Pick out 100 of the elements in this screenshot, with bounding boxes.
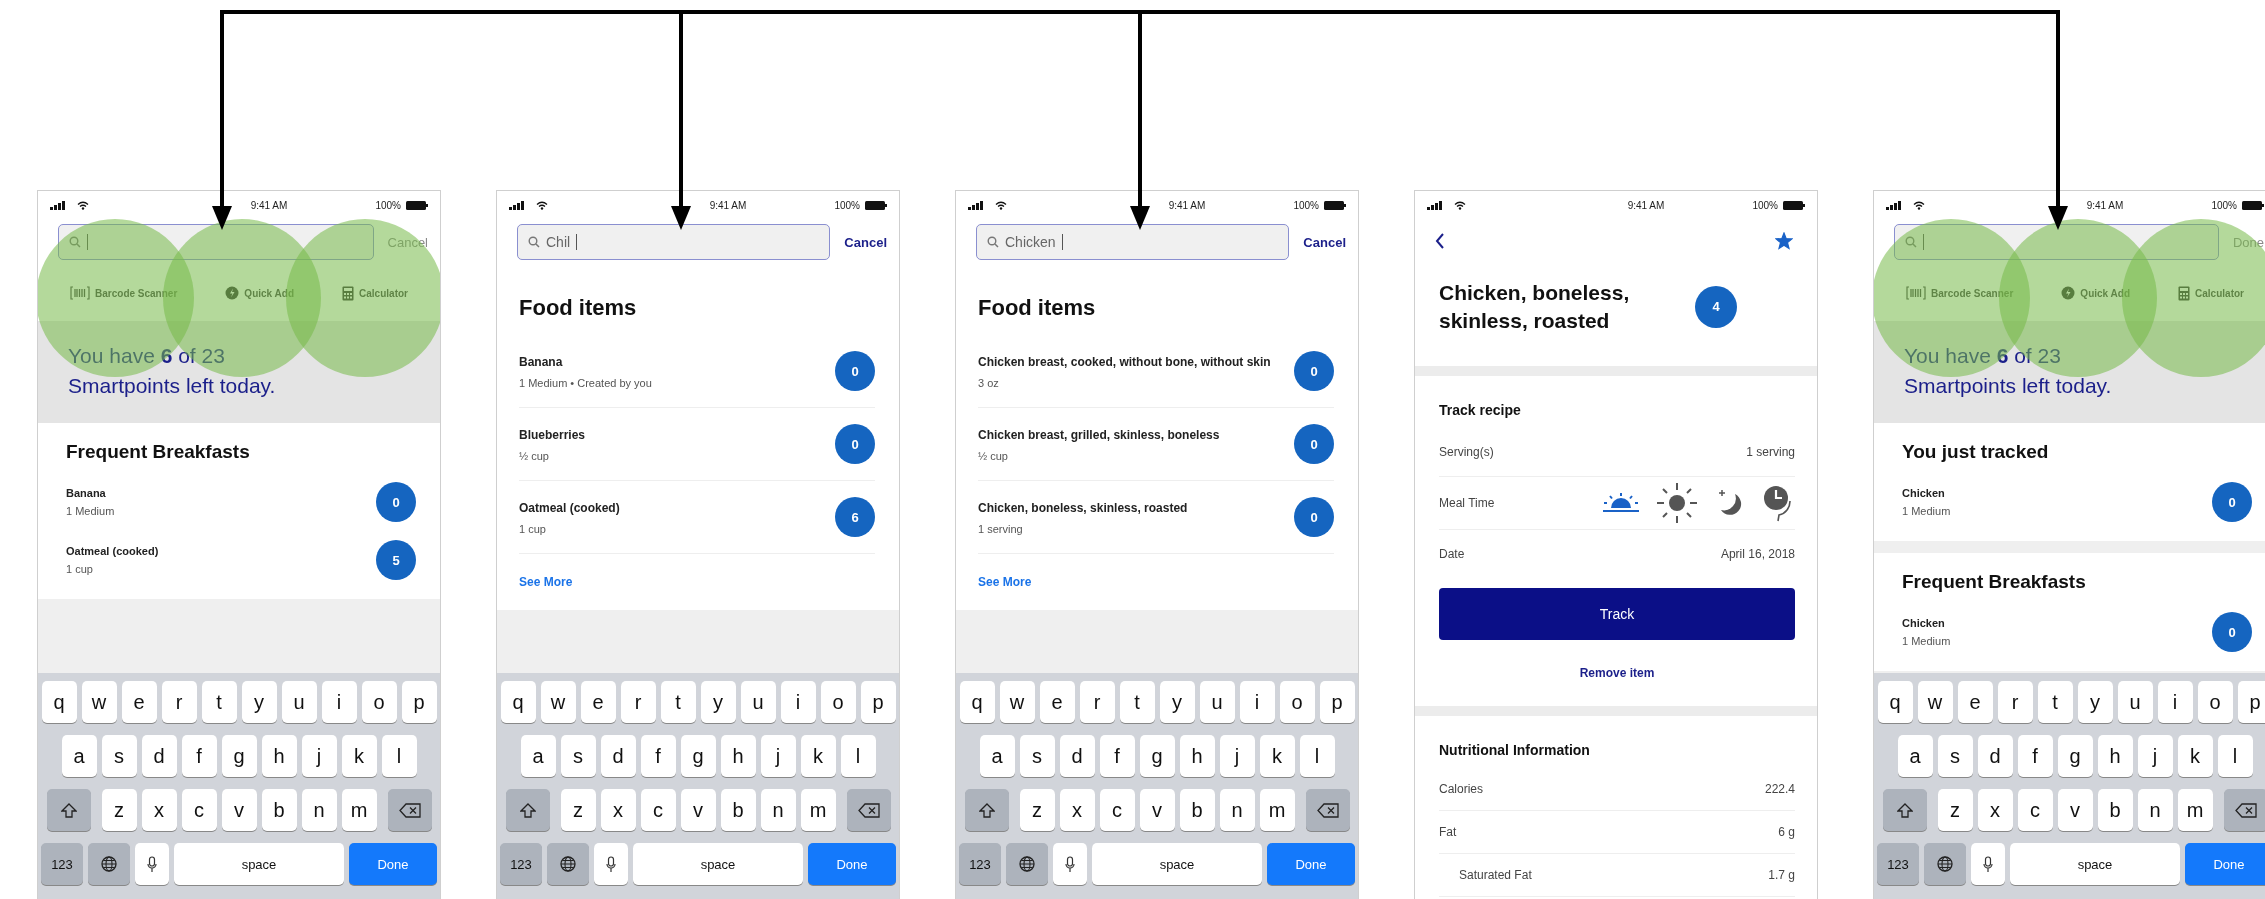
globe-key[interactable] bbox=[547, 843, 589, 885]
key[interactable]: o bbox=[1279, 681, 1315, 723]
key[interactable]: b bbox=[2097, 789, 2133, 831]
star-icon[interactable] bbox=[1775, 232, 1793, 250]
key[interactable]: p bbox=[1319, 681, 1355, 723]
key[interactable]: u bbox=[740, 681, 776, 723]
done-key[interactable]: Done bbox=[2185, 843, 2265, 885]
delete-key[interactable] bbox=[387, 789, 432, 831]
key[interactable]: s bbox=[560, 735, 596, 777]
key[interactable]: e bbox=[580, 681, 616, 723]
points-badge[interactable]: 0 bbox=[2212, 612, 2252, 652]
search-action-link[interactable]: Cancel bbox=[844, 234, 887, 250]
key[interactable]: z bbox=[560, 789, 596, 831]
key[interactable]: r bbox=[161, 681, 197, 723]
search-action-link[interactable]: Cancel bbox=[1303, 234, 1346, 250]
points-badge[interactable]: 0 bbox=[2212, 482, 2252, 522]
delete-key[interactable] bbox=[846, 789, 891, 831]
key[interactable]: z bbox=[101, 789, 137, 831]
key[interactable]: l bbox=[381, 735, 417, 777]
key[interactable]: m bbox=[800, 789, 836, 831]
key[interactable]: o bbox=[361, 681, 397, 723]
remove-item-link[interactable]: Remove item bbox=[1579, 666, 1655, 680]
key[interactable]: d bbox=[1059, 735, 1095, 777]
key[interactable]: q bbox=[500, 681, 536, 723]
globe-key[interactable] bbox=[1006, 843, 1048, 885]
key[interactable]: s bbox=[1937, 735, 1973, 777]
key[interactable]: m bbox=[341, 789, 377, 831]
search-field[interactable]: Chil bbox=[517, 224, 831, 260]
key[interactable]: w bbox=[81, 681, 117, 723]
track-button[interactable]: Track bbox=[1439, 588, 1795, 640]
key[interactable]: a bbox=[1897, 735, 1933, 777]
key[interactable]: v bbox=[221, 789, 257, 831]
key[interactable]: i bbox=[1239, 681, 1275, 723]
delete-key[interactable] bbox=[2223, 789, 2265, 831]
key[interactable]: x bbox=[1059, 789, 1095, 831]
key[interactable]: t bbox=[2037, 681, 2073, 723]
key[interactable]: a bbox=[520, 735, 556, 777]
key[interactable]: z bbox=[1937, 789, 1973, 831]
space-key[interactable]: space bbox=[174, 843, 344, 885]
key[interactable]: o bbox=[2197, 681, 2233, 723]
key[interactable]: b bbox=[720, 789, 756, 831]
key[interactable]: t bbox=[660, 681, 696, 723]
key[interactable]: m bbox=[2177, 789, 2213, 831]
shift-key[interactable] bbox=[964, 789, 1009, 831]
key[interactable]: e bbox=[121, 681, 157, 723]
key[interactable]: y bbox=[1159, 681, 1195, 723]
numbers-key[interactable]: 123 bbox=[41, 843, 83, 885]
search-field[interactable]: Chicken bbox=[976, 224, 1290, 260]
mic-key[interactable] bbox=[594, 843, 628, 885]
key[interactable]: u bbox=[281, 681, 317, 723]
key[interactable]: h bbox=[2097, 735, 2133, 777]
globe-key[interactable] bbox=[88, 843, 130, 885]
sun-icon[interactable] bbox=[1655, 481, 1699, 525]
key[interactable]: a bbox=[979, 735, 1015, 777]
shift-key[interactable] bbox=[46, 789, 91, 831]
key[interactable]: i bbox=[780, 681, 816, 723]
key[interactable]: g bbox=[2057, 735, 2093, 777]
points-badge[interactable]: 5 bbox=[376, 540, 416, 580]
done-key[interactable]: Done bbox=[1267, 843, 1355, 885]
key[interactable]: u bbox=[1199, 681, 1235, 723]
key[interactable]: e bbox=[1957, 681, 1993, 723]
key[interactable]: p bbox=[860, 681, 896, 723]
key[interactable]: d bbox=[141, 735, 177, 777]
sunrise-icon[interactable] bbox=[1601, 492, 1641, 514]
numbers-key[interactable]: 123 bbox=[959, 843, 1001, 885]
key[interactable]: c bbox=[181, 789, 217, 831]
shift-key[interactable] bbox=[505, 789, 550, 831]
points-badge[interactable]: 0 bbox=[1294, 424, 1334, 464]
key[interactable]: g bbox=[1139, 735, 1175, 777]
space-key[interactable]: space bbox=[633, 843, 803, 885]
key[interactable]: k bbox=[2177, 735, 2213, 777]
see-more-link[interactable]: See More bbox=[978, 575, 1032, 589]
key[interactable]: n bbox=[1219, 789, 1255, 831]
key[interactable]: q bbox=[1877, 681, 1913, 723]
key[interactable]: d bbox=[600, 735, 636, 777]
numbers-key[interactable]: 123 bbox=[1877, 843, 1919, 885]
space-key[interactable]: space bbox=[1092, 843, 1262, 885]
mic-key[interactable] bbox=[135, 843, 169, 885]
key[interactable]: w bbox=[540, 681, 576, 723]
key[interactable]: c bbox=[2017, 789, 2053, 831]
key[interactable]: v bbox=[1139, 789, 1175, 831]
key[interactable]: y bbox=[241, 681, 277, 723]
key[interactable]: x bbox=[600, 789, 636, 831]
key[interactable]: j bbox=[2137, 735, 2173, 777]
key[interactable]: l bbox=[1299, 735, 1335, 777]
key[interactable]: l bbox=[2217, 735, 2253, 777]
delete-key[interactable] bbox=[1305, 789, 1350, 831]
key[interactable]: d bbox=[1977, 735, 2013, 777]
numbers-key[interactable]: 123 bbox=[500, 843, 542, 885]
key[interactable]: g bbox=[680, 735, 716, 777]
key[interactable]: v bbox=[680, 789, 716, 831]
key[interactable]: x bbox=[141, 789, 177, 831]
key[interactable]: w bbox=[999, 681, 1035, 723]
key[interactable]: t bbox=[1119, 681, 1155, 723]
key[interactable]: w bbox=[1917, 681, 1953, 723]
mic-key[interactable] bbox=[1053, 843, 1087, 885]
points-badge[interactable]: 6 bbox=[835, 497, 875, 537]
done-key[interactable]: Done bbox=[808, 843, 896, 885]
key[interactable]: k bbox=[1259, 735, 1295, 777]
key[interactable]: q bbox=[959, 681, 995, 723]
